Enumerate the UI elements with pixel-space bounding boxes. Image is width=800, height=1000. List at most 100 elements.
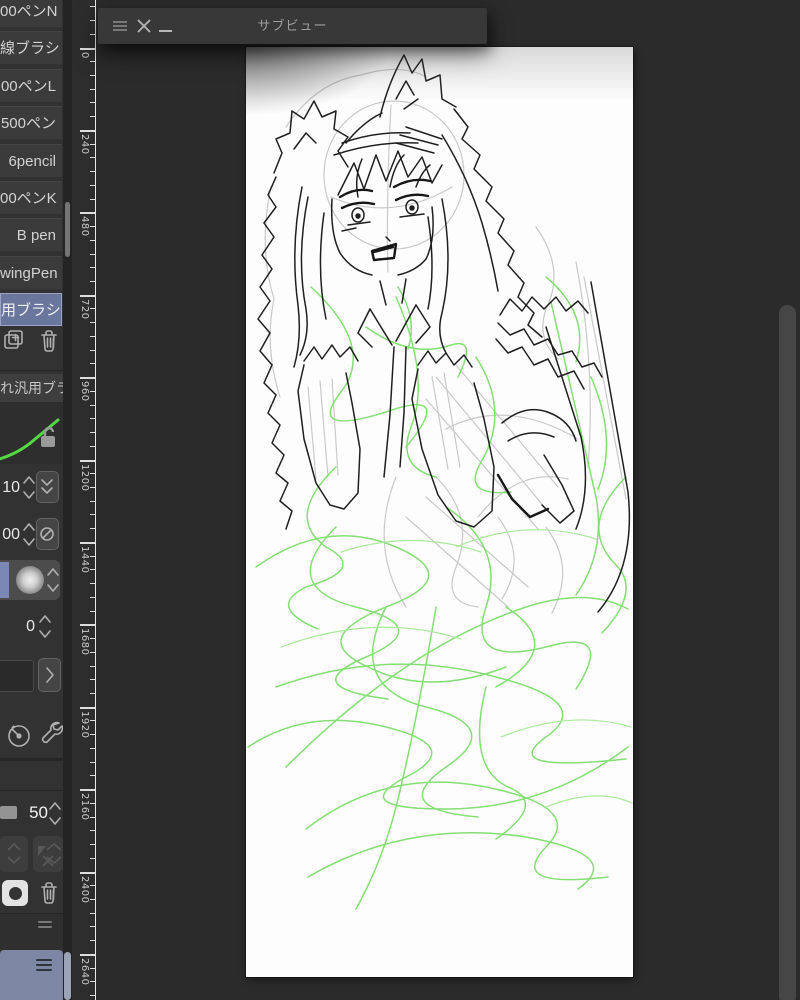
ruler-tick	[89, 335, 95, 337]
text-field[interactable]	[0, 660, 34, 692]
ruler-tick	[89, 143, 95, 145]
slider-fill	[0, 562, 9, 598]
app-window: 00ペンN 線ブラシ 00ペンL 500ペン 6pencil 00ペンK B pen wing…	[0, 0, 800, 1000]
brush-item[interactable]: B pen	[0, 218, 62, 252]
panel-title: サブビュー	[257, 18, 328, 33]
ruler-tick	[89, 555, 95, 557]
ruler-tick	[89, 226, 95, 228]
viewport-scrollbar-thumb[interactable]	[779, 305, 796, 1000]
ruler-tick	[89, 844, 95, 846]
density-stepper-arrows[interactable]	[22, 519, 36, 551]
disabled-tool-button-2[interactable]	[33, 836, 63, 872]
ruler-tick	[79, 47, 95, 50]
brush-item[interactable]: 00ペンL	[0, 68, 62, 102]
fourth-value[interactable]: 0	[0, 607, 35, 647]
panel-grip[interactable]	[0, 913, 63, 951]
ruler-tick	[79, 459, 95, 462]
ruler-tick	[89, 514, 95, 516]
ruler-tick	[89, 473, 95, 475]
subview-panel[interactable]: サブビュー	[98, 8, 487, 44]
ruler-tick	[89, 404, 95, 406]
brush-tip-control[interactable]	[0, 560, 60, 600]
brush-size-value[interactable]: 10	[0, 468, 20, 508]
canvas-artwork[interactable]	[246, 47, 633, 977]
ruler-label: 2160	[79, 793, 90, 821]
ruler-tick	[89, 898, 95, 900]
brush-item[interactable]: 用ブラシ	[0, 293, 62, 327]
ruler-tick	[79, 624, 95, 627]
ruler-tick	[89, 267, 95, 269]
ruler-tick	[89, 651, 95, 653]
ruler-tick	[89, 432, 95, 434]
expand-button[interactable]	[38, 658, 61, 692]
brush-item[interactable]: 00ペンN	[0, 0, 62, 27]
ruler-tick	[79, 294, 95, 297]
brush-stroke-preview	[0, 402, 63, 464]
delete-tip-icon[interactable]	[38, 879, 60, 906]
brush-tip-row	[0, 560, 63, 600]
ruler-tick	[89, 171, 95, 173]
canvas-viewport[interactable]: サブビュー	[96, 0, 800, 1000]
ruler-tick	[89, 995, 95, 997]
ruler-tick	[89, 720, 95, 722]
ruler-label: 1680	[79, 628, 90, 656]
ruler-tick	[89, 88, 95, 90]
no-antialias-button[interactable]	[36, 518, 59, 550]
ruler-tick	[79, 706, 95, 709]
delete-brush-icon[interactable]	[38, 327, 60, 354]
fourth-stepper-arrows[interactable]	[38, 611, 52, 643]
ruler-tick	[89, 583, 95, 585]
brush-category-label[interactable]: れ汎用ブラシ	[0, 374, 63, 402]
divider	[0, 758, 63, 761]
lower-scrollbar-thumb[interactable]	[64, 952, 71, 1000]
color-swatch[interactable]	[0, 806, 17, 819]
ruler-tick	[89, 857, 95, 859]
add-brush-icon[interactable]	[2, 328, 26, 354]
density-value[interactable]: 00	[0, 515, 20, 555]
drawing-canvas[interactable]	[246, 47, 633, 977]
ruler-tick	[79, 953, 95, 956]
brush-item[interactable]: 500ペン	[0, 106, 62, 140]
ruler-tick	[89, 967, 95, 969]
ruler-tick	[89, 363, 95, 365]
brush-tip-preview[interactable]	[2, 880, 28, 906]
ruler-tick	[89, 734, 95, 736]
ruler-tick	[79, 212, 95, 215]
brush-size-row: 10	[0, 468, 63, 508]
opacity-stepper-arrows[interactable]	[48, 798, 62, 830]
brush-density-row: 00	[0, 515, 63, 555]
ruler-tick	[89, 500, 95, 502]
brush-item[interactable]: 6pencil	[0, 143, 62, 177]
wrench-icon[interactable]	[36, 716, 64, 752]
collapsed-panel[interactable]	[0, 950, 63, 1000]
tip-stepper-arrows[interactable]	[46, 563, 60, 597]
lock-icon[interactable]	[38, 424, 60, 452]
ruler-tick	[89, 885, 95, 887]
disabled-tool-button-1[interactable]	[0, 836, 28, 872]
ruler-tick	[89, 6, 95, 8]
ruler-tick	[89, 665, 95, 667]
ruler-tick	[89, 761, 95, 763]
brush-item[interactable]: 線ブラシ	[0, 31, 62, 65]
vertical-ruler: 0 240 480 720 960 1200 1440 1680 1920 2160 2400 264…	[72, 0, 96, 1000]
size-stepper-arrows[interactable]	[22, 472, 36, 504]
ruler-tick	[89, 390, 95, 392]
opacity-value[interactable]: 50	[20, 797, 48, 829]
sidebar-scrollbar[interactable]	[63, 0, 72, 1000]
ruler-tick	[89, 679, 95, 681]
brush-item[interactable]: wingPen	[0, 255, 62, 289]
ruler-tick	[79, 871, 95, 874]
ruler-label: 960	[79, 381, 90, 402]
ruler-tick	[89, 20, 95, 22]
ruler-tick	[89, 61, 95, 63]
ruler-label: 1920	[79, 710, 90, 739]
ruler-tick	[89, 349, 95, 351]
ruler-tick	[89, 940, 95, 942]
ruler-tick	[89, 253, 95, 255]
ruler-label: 480	[79, 216, 90, 237]
sidebar-scrollbar-thumb[interactable]	[65, 202, 70, 257]
stroke-timing-icon[interactable]	[4, 718, 32, 752]
ruler-tick	[89, 775, 95, 777]
brush-item[interactable]: 00ペンK	[0, 181, 62, 214]
double-chevron-down-button[interactable]	[36, 471, 59, 503]
